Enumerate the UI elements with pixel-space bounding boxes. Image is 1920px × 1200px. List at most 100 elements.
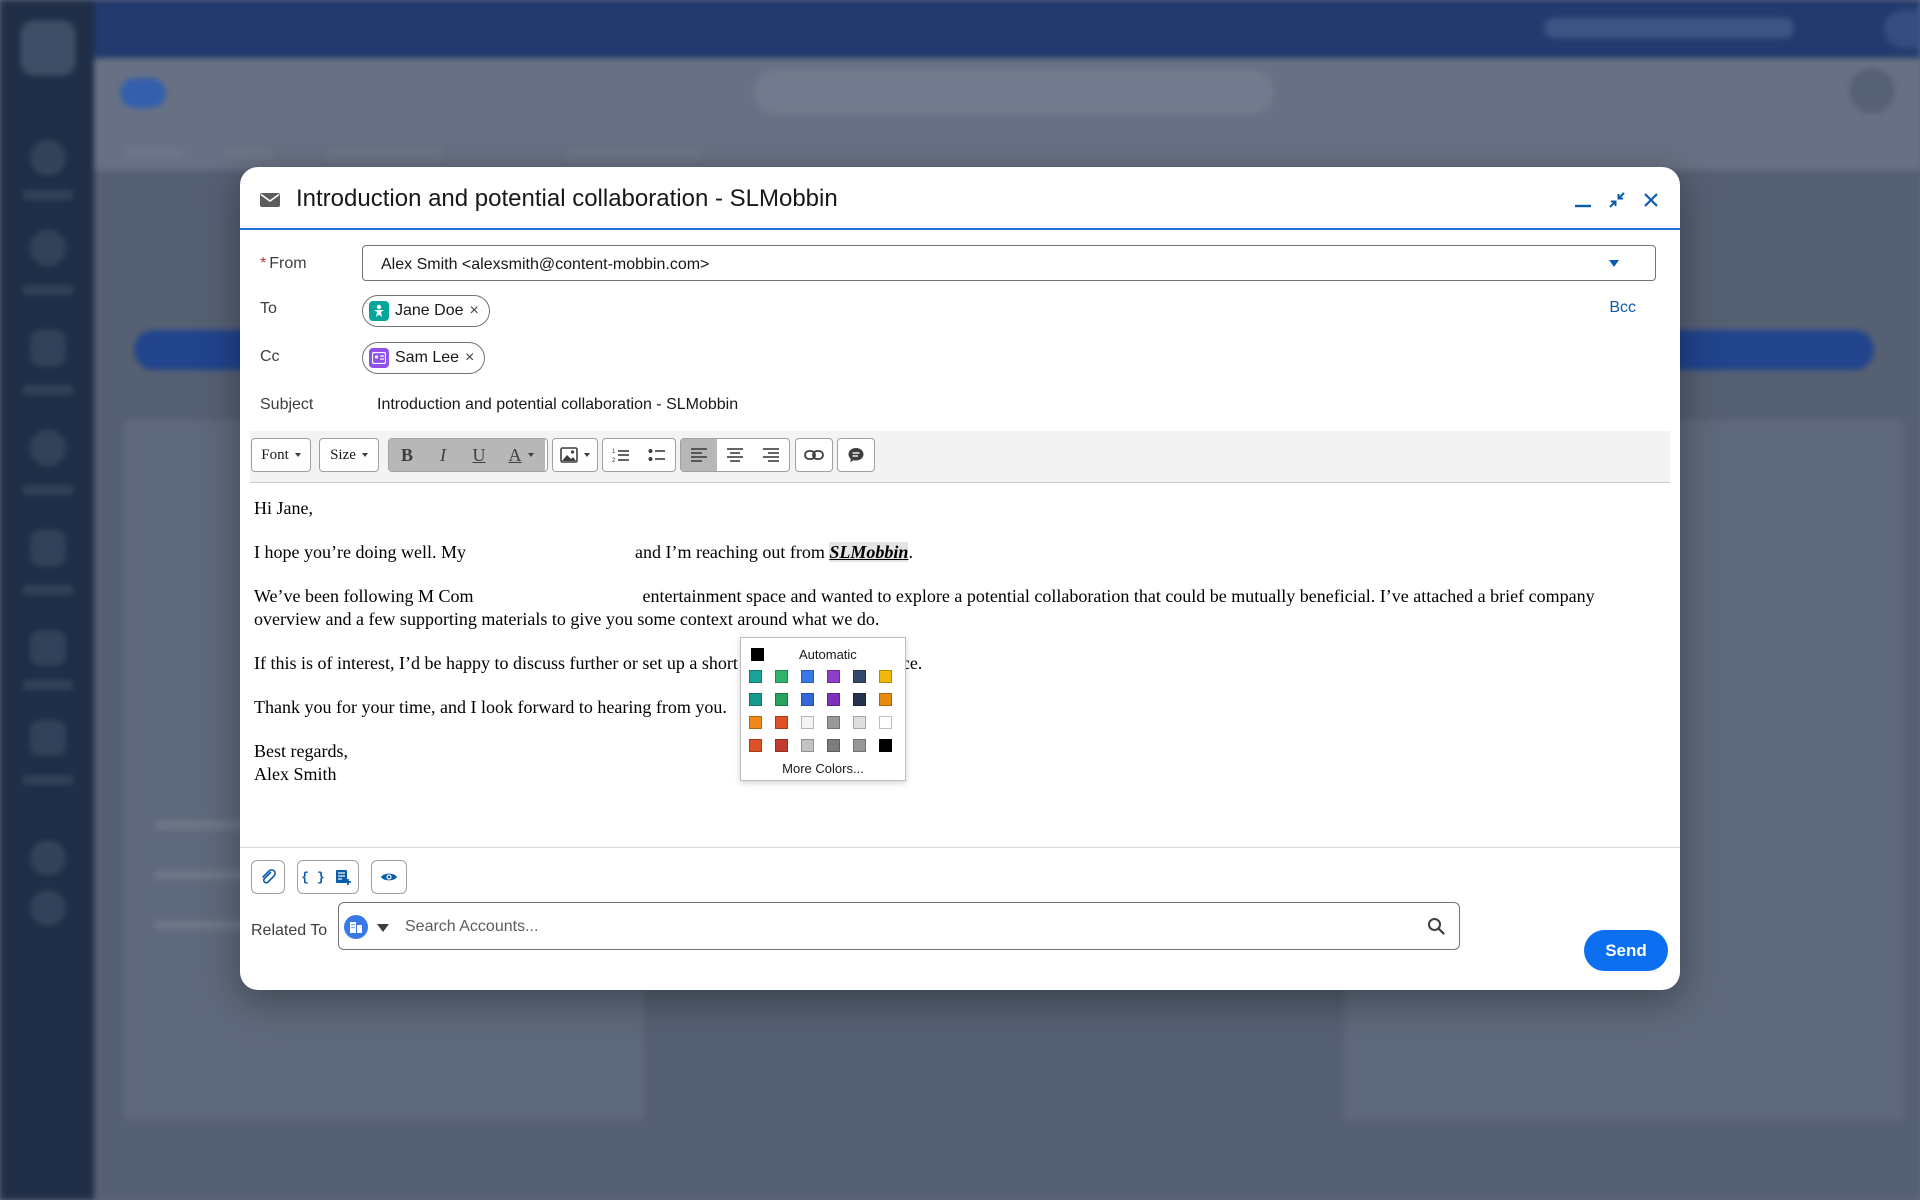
svg-text:1: 1 [612, 449, 616, 455]
required-mark: * [260, 255, 267, 272]
color-swatch[interactable] [879, 693, 892, 706]
from-select[interactable]: Alex Smith <alexsmith@content-mobbin.com… [362, 245, 1656, 281]
color-swatch-grid [749, 670, 892, 752]
color-swatch[interactable] [879, 670, 892, 683]
remove-recipient-icon[interactable]: × [470, 303, 479, 319]
subject-field[interactable]: Introduction and potential collaboration… [377, 396, 738, 414]
text-color-button[interactable]: A [497, 439, 545, 471]
chevron-down-icon [1609, 260, 1619, 267]
text-color-palette: Automatic More Colors... [740, 637, 906, 781]
eye-icon [381, 873, 397, 881]
align-left-icon [691, 448, 707, 462]
insert-image-button[interactable] [552, 438, 598, 472]
color-swatch[interactable] [853, 670, 866, 683]
image-icon [560, 447, 578, 463]
object-type-caret-icon[interactable] [377, 924, 389, 932]
from-value: Alex Smith <alexsmith@content-mobbin.com… [381, 256, 710, 273]
account-object-icon[interactable] [344, 915, 368, 939]
color-swatch[interactable] [775, 716, 788, 729]
preview-button[interactable] [371, 860, 407, 894]
color-swatch[interactable] [827, 739, 840, 752]
body-paragraph-4: Thank you for your time, and I look forw… [254, 697, 727, 717]
insert-template-button[interactable] [328, 861, 358, 893]
insert-link-button[interactable] [795, 438, 833, 472]
search-icon[interactable] [1427, 917, 1445, 935]
rich-text-toolbar: Font Size B I U A 12 [250, 431, 1670, 483]
caret-down-icon [584, 453, 590, 457]
numbered-list-button[interactable]: 12 [603, 439, 639, 471]
align-right-icon [763, 448, 779, 462]
font-select[interactable]: Font [251, 438, 311, 472]
link-icon [804, 450, 824, 460]
text-format-group: B I U A [388, 438, 548, 472]
color-swatch[interactable] [827, 693, 840, 706]
cc-label: Cc [260, 348, 280, 365]
italic-button[interactable]: I [425, 439, 461, 471]
align-right-button[interactable] [753, 439, 789, 471]
collapse-icon[interactable] [1606, 189, 1628, 211]
to-label: To [260, 300, 277, 317]
insert-quote-button[interactable] [837, 438, 875, 472]
color-swatch[interactable] [801, 716, 814, 729]
remove-recipient-icon[interactable]: × [465, 350, 474, 366]
text-color-icon: A [508, 444, 522, 465]
to-recipient-pill[interactable]: Jane Doe × [362, 295, 490, 327]
modal-title: Introduction and potential collaboration… [296, 185, 838, 212]
align-left-button[interactable] [681, 439, 717, 471]
merge-field-icon[interactable]: { } [298, 861, 328, 893]
cc-recipient-pill[interactable]: Sam Lee × [362, 342, 486, 374]
automatic-color-option[interactable]: Automatic [799, 647, 857, 662]
color-swatch[interactable] [749, 739, 762, 752]
body-signature: Alex Smith [254, 764, 337, 784]
color-swatch[interactable] [801, 739, 814, 752]
color-swatch[interactable] [775, 739, 788, 752]
color-swatch[interactable] [853, 739, 866, 752]
color-swatch[interactable] [827, 670, 840, 683]
speech-bubble-icon [848, 448, 864, 463]
email-body-editor[interactable]: Hi Jane, I hope you’re doing well. My an… [254, 497, 1666, 807]
numbered-list-icon: 12 [612, 449, 629, 463]
align-center-button[interactable] [717, 439, 753, 471]
color-swatch[interactable] [853, 693, 866, 706]
merge-fields-group: { } [297, 860, 359, 894]
list-group: 12 [602, 438, 676, 472]
color-swatch[interactable] [749, 693, 762, 706]
color-swatch[interactable] [879, 716, 892, 729]
send-button[interactable]: Send [1584, 930, 1668, 971]
bold-button[interactable]: B [389, 439, 425, 471]
close-icon[interactable] [1640, 189, 1662, 211]
align-center-icon [727, 448, 743, 462]
body-signoff: Best regards, Alex Smith [254, 741, 348, 784]
brand-text: SLMobbin [829, 542, 909, 562]
automatic-color-swatch[interactable] [751, 648, 764, 661]
search-accounts-input[interactable] [405, 915, 1405, 939]
color-swatch[interactable] [775, 693, 788, 706]
lead-card-icon [369, 348, 389, 368]
underline-button[interactable]: U [461, 439, 497, 471]
related-to-lookup [338, 902, 1460, 950]
body-greeting: Hi Jane, [254, 498, 313, 518]
bullet-list-button[interactable] [639, 439, 675, 471]
minimize-icon[interactable] [1572, 189, 1594, 211]
mail-icon [260, 193, 280, 207]
color-swatch[interactable] [801, 670, 814, 683]
subject-label: Subject [260, 396, 314, 413]
bcc-link[interactable]: Bcc [1609, 299, 1636, 317]
color-swatch[interactable] [801, 693, 814, 706]
color-swatch[interactable] [775, 670, 788, 683]
color-swatch[interactable] [827, 716, 840, 729]
size-select[interactable]: Size [319, 438, 379, 472]
color-swatch[interactable] [879, 739, 892, 752]
modal-header: Introduction and potential collaboration… [240, 167, 1680, 230]
more-colors-option[interactable]: More Colors... [741, 761, 905, 776]
attach-file-button[interactable] [251, 860, 285, 894]
from-label: * From [260, 255, 307, 272]
body-paragraph-1: I hope you’re doing well. My and I’m rea… [254, 542, 913, 562]
color-swatch[interactable] [749, 716, 762, 729]
footer-divider [240, 847, 1680, 848]
color-swatch[interactable] [853, 716, 866, 729]
recipient-name: Jane Doe [395, 302, 464, 319]
svg-text:2: 2 [612, 458, 616, 463]
color-swatch[interactable] [749, 670, 762, 683]
template-icon [336, 870, 351, 885]
